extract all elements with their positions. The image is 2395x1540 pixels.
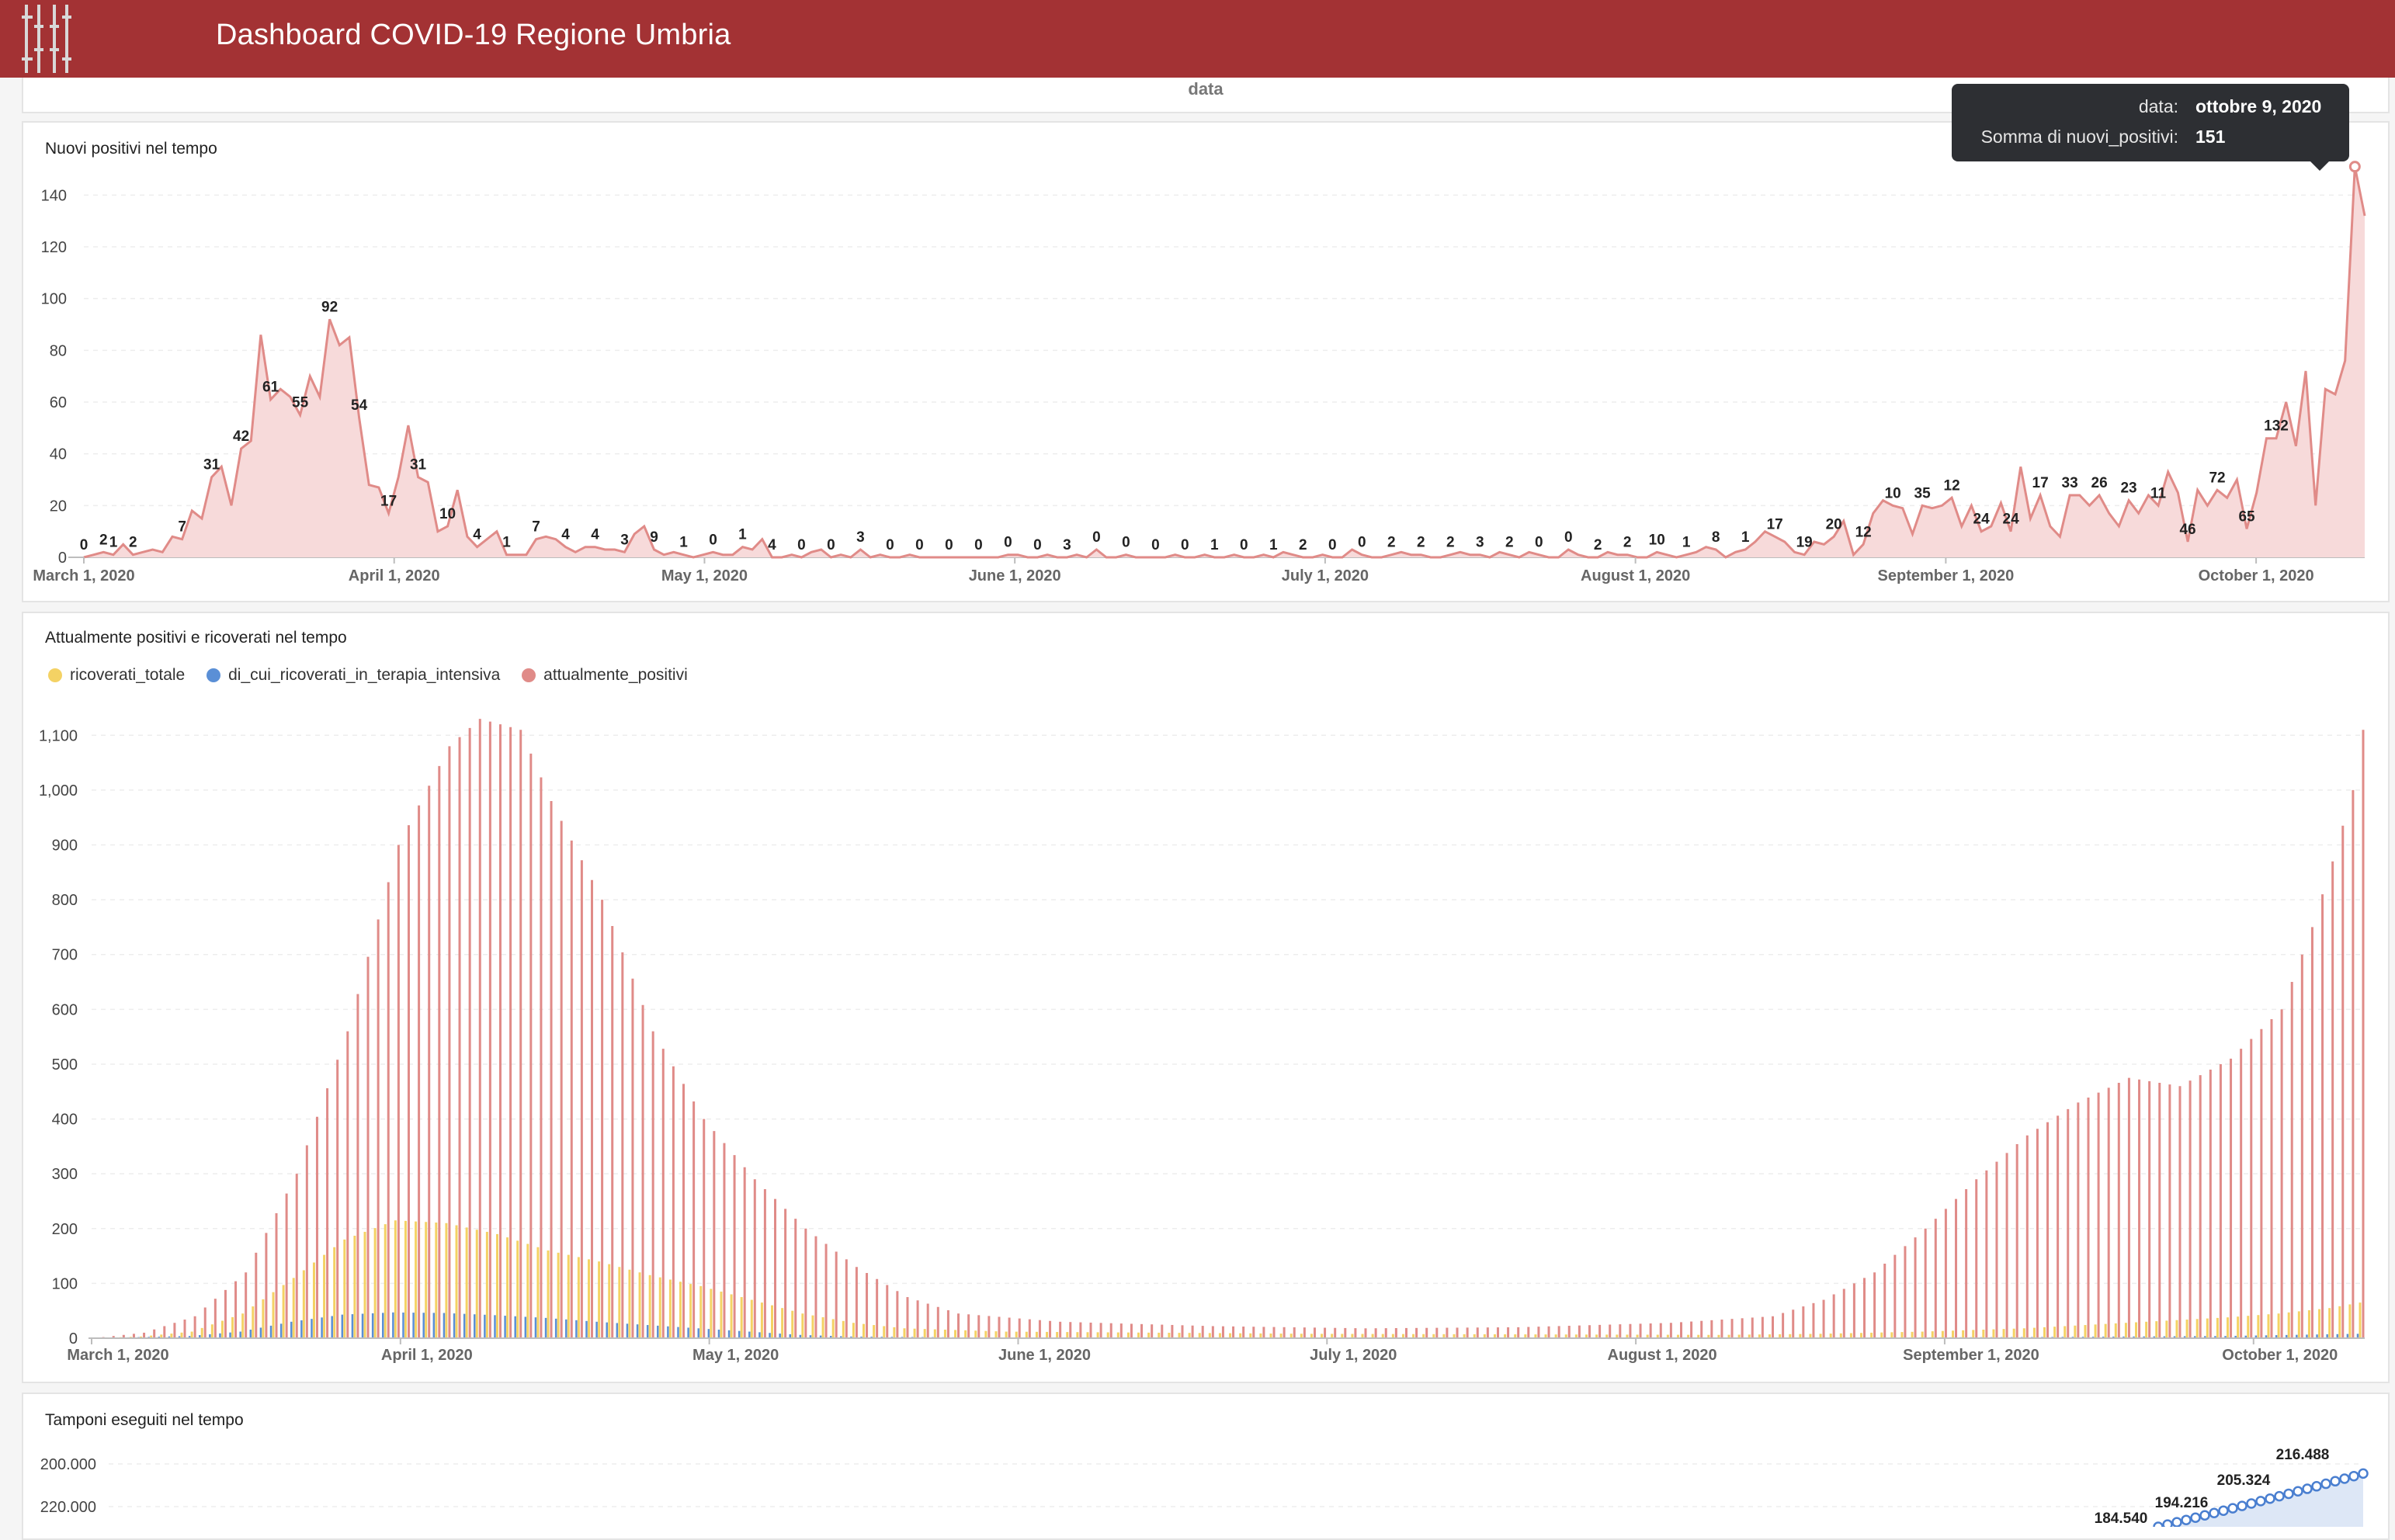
- data-point-icon: [2255, 1496, 2266, 1507]
- data-point-icon: [2162, 1519, 2173, 1527]
- data-point-icon: [2320, 1478, 2331, 1490]
- data-point-icon: [2153, 1521, 2164, 1527]
- data-label: 184.540: [2095, 1511, 2148, 1527]
- data-point-icon: [2330, 1476, 2341, 1487]
- y-tick-label: 200.000: [40, 1456, 96, 1473]
- data-point-icon: [2348, 1470, 2359, 1482]
- data-point-icon: [2274, 1490, 2285, 1502]
- tooltip-key: data:: [2138, 96, 2178, 116]
- tooltip-value: ottobre 9, 2020: [2195, 96, 2322, 116]
- chart-tamponi[interactable]: 200.000 220.000 184.540 194.216 205.324 216.4…: [0, 0, 2395, 1527]
- data-point-icon: [2246, 1498, 2257, 1509]
- data-point-icon: [2358, 1468, 2369, 1479]
- data-point-icon: [2190, 1512, 2201, 1523]
- data-point-icon: [2209, 1507, 2220, 1518]
- data-point-icon: [2227, 1503, 2238, 1514]
- data-point-icon: [2339, 1473, 2350, 1484]
- tooltip-value: 151: [2195, 127, 2226, 147]
- data-label: 205.324: [2217, 1472, 2271, 1489]
- data-point-icon: [2302, 1483, 2313, 1494]
- data-point-icon: [2218, 1505, 2229, 1516]
- data-label: 194.216: [2155, 1495, 2209, 1511]
- data-point-icon: [2311, 1481, 2322, 1492]
- tooltip-key: Somma di nuovi_positivi:: [1980, 127, 2178, 147]
- tooltip-arrow-icon: [2310, 161, 2329, 171]
- data-point-icon: [2283, 1488, 2294, 1500]
- chart-tooltip: data: ottobre 9, 2020 Somma di nuovi_pos…: [1952, 84, 2349, 171]
- data-point-icon: [2237, 1500, 2247, 1511]
- data-point-icon: [2265, 1493, 2275, 1504]
- data-point-icon: [2181, 1514, 2192, 1525]
- y-tick-label: 220.000: [40, 1499, 96, 1516]
- data-label: 216.488: [2276, 1447, 2330, 1463]
- data-point-icon: [2293, 1486, 2303, 1497]
- data-point-icon: [2199, 1510, 2210, 1521]
- data-point-icon: [2171, 1517, 2182, 1527]
